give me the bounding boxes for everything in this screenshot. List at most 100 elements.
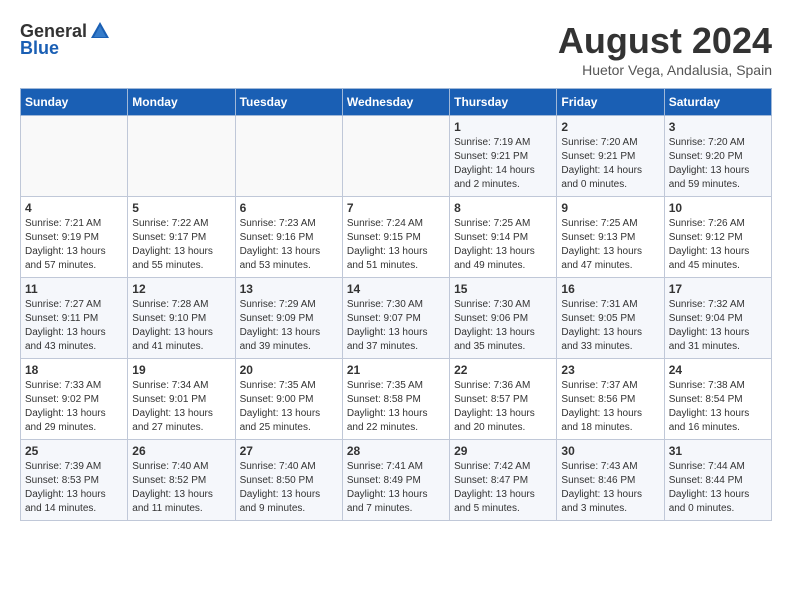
weekday-header-sunday: Sunday [21, 89, 128, 116]
day-info: Sunrise: 7:29 AM Sunset: 9:09 PM Dayligh… [240, 298, 338, 354]
calendar-cell: 11 Sunrise: 7:27 AM Sunset: 9:11 PM Dayli… [21, 278, 128, 359]
logo-icon [89, 20, 111, 42]
day-number: 26 [132, 444, 230, 458]
day-info: Sunrise: 7:34 AM Sunset: 9:01 PM Dayligh… [132, 379, 230, 435]
day-number: 16 [561, 282, 659, 296]
day-info: Sunrise: 7:25 AM Sunset: 9:14 PM Dayligh… [454, 217, 552, 273]
day-number: 6 [240, 201, 338, 215]
day-info: Sunrise: 7:41 AM Sunset: 8:49 PM Dayligh… [347, 460, 445, 516]
day-info: Sunrise: 7:36 AM Sunset: 8:57 PM Dayligh… [454, 379, 552, 435]
day-number: 12 [132, 282, 230, 296]
calendar-cell: 1 Sunrise: 7:19 AM Sunset: 9:21 PM Daylig… [450, 116, 557, 197]
day-number: 2 [561, 120, 659, 134]
calendar-table: SundayMondayTuesdayWednesdayThursdayFrid… [20, 88, 772, 521]
title-block: August 2024 Huetor Vega, Andalusia, Spai… [558, 20, 772, 78]
location: Huetor Vega, Andalusia, Spain [558, 62, 772, 78]
calendar-cell: 2 Sunrise: 7:20 AM Sunset: 9:21 PM Daylig… [557, 116, 664, 197]
day-number: 11 [25, 282, 123, 296]
day-info: Sunrise: 7:44 AM Sunset: 8:44 PM Dayligh… [669, 460, 767, 516]
weekday-header-friday: Friday [557, 89, 664, 116]
day-number: 5 [132, 201, 230, 215]
calendar-cell: 14 Sunrise: 7:30 AM Sunset: 9:07 PM Dayli… [342, 278, 449, 359]
day-number: 29 [454, 444, 552, 458]
day-info: Sunrise: 7:40 AM Sunset: 8:52 PM Dayligh… [132, 460, 230, 516]
calendar-cell: 10 Sunrise: 7:26 AM Sunset: 9:12 PM Dayli… [664, 197, 771, 278]
calendar-cell: 7 Sunrise: 7:24 AM Sunset: 9:15 PM Daylig… [342, 197, 449, 278]
calendar-cell: 8 Sunrise: 7:25 AM Sunset: 9:14 PM Daylig… [450, 197, 557, 278]
day-number: 24 [669, 363, 767, 377]
calendar-cell [21, 116, 128, 197]
calendar-cell: 18Sunrise: 7:33 AM Sunset: 9:02 PM Dayli… [21, 359, 128, 440]
day-number: 7 [347, 201, 445, 215]
calendar-cell [128, 116, 235, 197]
day-info: Sunrise: 7:23 AM Sunset: 9:16 PM Dayligh… [240, 217, 338, 273]
day-number: 19 [132, 363, 230, 377]
weekday-header-saturday: Saturday [664, 89, 771, 116]
calendar-cell: 5 Sunrise: 7:22 AM Sunset: 9:17 PM Daylig… [128, 197, 235, 278]
day-info: Sunrise: 7:35 AM Sunset: 8:58 PM Dayligh… [347, 379, 445, 435]
calendar-cell: 15 Sunrise: 7:30 AM Sunset: 9:06 PM Dayli… [450, 278, 557, 359]
day-info: Sunrise: 7:20 AM Sunset: 9:21 PM Dayligh… [561, 136, 659, 192]
calendar-cell: 4 Sunrise: 7:21 AM Sunset: 9:19 PM Daylig… [21, 197, 128, 278]
day-info: Sunrise: 7:21 AM Sunset: 9:19 PM Dayligh… [25, 217, 123, 273]
calendar-cell: 31 Sunrise: 7:44 AM Sunset: 8:44 PM Dayli… [664, 440, 771, 521]
weekday-header-tuesday: Tuesday [235, 89, 342, 116]
day-number: 8 [454, 201, 552, 215]
calendar-cell: 28 Sunrise: 7:41 AM Sunset: 8:49 PM Dayli… [342, 440, 449, 521]
day-number: 14 [347, 282, 445, 296]
calendar-cell: 24 Sunrise: 7:38 AM Sunset: 8:54 PM Dayli… [664, 359, 771, 440]
day-info: Sunrise: 7:24 AM Sunset: 9:15 PM Dayligh… [347, 217, 445, 273]
day-info: Sunrise: 7:32 AM Sunset: 9:04 PM Dayligh… [669, 298, 767, 354]
calendar-cell: 12 Sunrise: 7:28 AM Sunset: 9:10 PM Dayli… [128, 278, 235, 359]
calendar-cell: 30Sunrise: 7:43 AM Sunset: 8:46 PM Dayli… [557, 440, 664, 521]
day-info: Sunrise: 7:33 AM Sunset: 9:02 PM Dayligh… [25, 379, 123, 435]
day-number: 10 [669, 201, 767, 215]
calendar-cell [342, 116, 449, 197]
day-info: Sunrise: 7:31 AM Sunset: 9:05 PM Dayligh… [561, 298, 659, 354]
day-info: Sunrise: 7:35 AM Sunset: 9:00 PM Dayligh… [240, 379, 338, 435]
day-info: Sunrise: 7:42 AM Sunset: 8:47 PM Dayligh… [454, 460, 552, 516]
day-number: 17 [669, 282, 767, 296]
day-number: 9 [561, 201, 659, 215]
calendar-cell: 19 Sunrise: 7:34 AM Sunset: 9:01 PM Dayli… [128, 359, 235, 440]
page-header: General Blue August 2024 Huetor Vega, An… [20, 20, 772, 78]
calendar-cell: 22 Sunrise: 7:36 AM Sunset: 8:57 PM Dayli… [450, 359, 557, 440]
day-number: 31 [669, 444, 767, 458]
calendar-cell: 16 Sunrise: 7:31 AM Sunset: 9:05 PM Dayli… [557, 278, 664, 359]
day-number: 15 [454, 282, 552, 296]
day-number: 21 [347, 363, 445, 377]
day-number: 4 [25, 201, 123, 215]
day-info: Sunrise: 7:43 AM Sunset: 8:46 PM Dayligh… [561, 460, 659, 516]
day-number: 22 [454, 363, 552, 377]
weekday-header-monday: Monday [128, 89, 235, 116]
day-info: Sunrise: 7:38 AM Sunset: 8:54 PM Dayligh… [669, 379, 767, 435]
logo: General Blue [20, 20, 113, 59]
day-info: Sunrise: 7:27 AM Sunset: 9:11 PM Dayligh… [25, 298, 123, 354]
day-info: Sunrise: 7:40 AM Sunset: 8:50 PM Dayligh… [240, 460, 338, 516]
weekday-header-wednesday: Wednesday [342, 89, 449, 116]
month-year: August 2024 [558, 20, 772, 62]
day-info: Sunrise: 7:30 AM Sunset: 9:06 PM Dayligh… [454, 298, 552, 354]
calendar-cell: 21 Sunrise: 7:35 AM Sunset: 8:58 PM Dayli… [342, 359, 449, 440]
day-info: Sunrise: 7:22 AM Sunset: 9:17 PM Dayligh… [132, 217, 230, 273]
calendar-cell: 27 Sunrise: 7:40 AM Sunset: 8:50 PM Dayli… [235, 440, 342, 521]
day-info: Sunrise: 7:30 AM Sunset: 9:07 PM Dayligh… [347, 298, 445, 354]
calendar-cell: 6 Sunrise: 7:23 AM Sunset: 9:16 PM Daylig… [235, 197, 342, 278]
day-info: Sunrise: 7:39 AM Sunset: 8:53 PM Dayligh… [25, 460, 123, 516]
weekday-header-thursday: Thursday [450, 89, 557, 116]
day-info: Sunrise: 7:37 AM Sunset: 8:56 PM Dayligh… [561, 379, 659, 435]
day-info: Sunrise: 7:25 AM Sunset: 9:13 PM Dayligh… [561, 217, 659, 273]
day-number: 27 [240, 444, 338, 458]
calendar-cell: 9 Sunrise: 7:25 AM Sunset: 9:13 PM Daylig… [557, 197, 664, 278]
calendar-cell: 26 Sunrise: 7:40 AM Sunset: 8:52 PM Dayli… [128, 440, 235, 521]
calendar-cell: 29 Sunrise: 7:42 AM Sunset: 8:47 PM Dayli… [450, 440, 557, 521]
day-number: 1 [454, 120, 552, 134]
day-number: 25 [25, 444, 123, 458]
day-number: 28 [347, 444, 445, 458]
day-info: Sunrise: 7:19 AM Sunset: 9:21 PM Dayligh… [454, 136, 552, 192]
day-info: Sunrise: 7:26 AM Sunset: 9:12 PM Dayligh… [669, 217, 767, 273]
calendar-cell: 20Sunrise: 7:35 AM Sunset: 9:00 PM Dayli… [235, 359, 342, 440]
day-info: Sunrise: 7:20 AM Sunset: 9:20 PM Dayligh… [669, 136, 767, 192]
day-info: Sunrise: 7:28 AM Sunset: 9:10 PM Dayligh… [132, 298, 230, 354]
logo-blue: Blue [20, 38, 59, 59]
